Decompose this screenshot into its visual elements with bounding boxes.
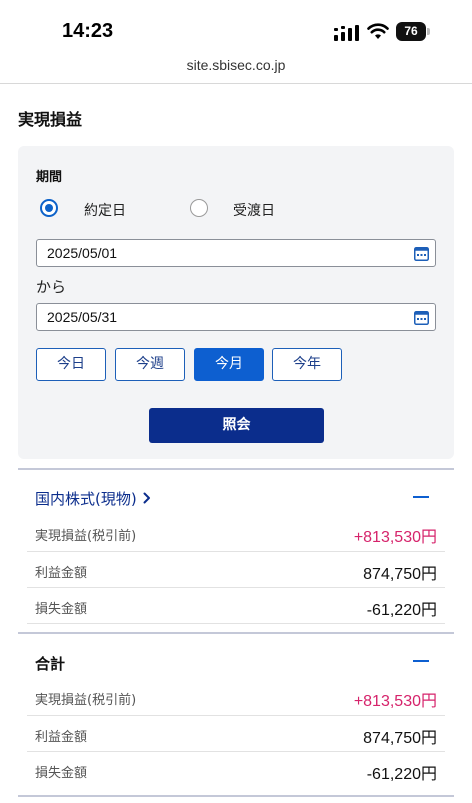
row-value: +813,530円 bbox=[353, 693, 437, 710]
battery-icon: 76 bbox=[396, 22, 430, 41]
radio-settlement-date[interactable] bbox=[190, 199, 208, 217]
table-row: 利益金額 874,750円 bbox=[27, 552, 445, 588]
date-to-input[interactable]: 2025/05/31 bbox=[36, 303, 436, 331]
section-divider bbox=[18, 468, 454, 470]
date-from-value: 2025/05/01 bbox=[47, 245, 118, 261]
wifi-icon bbox=[367, 23, 389, 45]
row-label: 損失金額 bbox=[35, 766, 88, 781]
total-title: 合計 bbox=[35, 655, 66, 673]
chevron-right-icon bbox=[143, 490, 151, 508]
this-month-button[interactable]: 今月 bbox=[194, 348, 264, 381]
table-row: 損失金額 -61,220円 bbox=[27, 752, 445, 788]
row-label: 実現損益(税引前) bbox=[35, 529, 137, 544]
this-week-button[interactable]: 今週 bbox=[115, 348, 185, 381]
table-row: 実現損益(税引前) +813,530円 bbox=[27, 679, 445, 715]
row-label: 実現損益(税引前) bbox=[35, 693, 137, 708]
collapse-icon[interactable] bbox=[413, 496, 429, 498]
calendar-icon[interactable] bbox=[414, 246, 429, 265]
range-separator-label: から bbox=[36, 278, 67, 296]
section-divider bbox=[18, 795, 454, 797]
row-value: 874,750円 bbox=[363, 730, 437, 747]
row-value: +813,530円 bbox=[353, 529, 437, 546]
section-divider bbox=[18, 632, 454, 634]
page-title: 実現損益 bbox=[18, 110, 83, 129]
inquiry-button[interactable]: 照会 bbox=[149, 408, 324, 443]
row-value: 874,750円 bbox=[363, 566, 437, 583]
domestic-stocks-link[interactable]: 国内株式(現物) bbox=[35, 488, 151, 509]
date-from-input[interactable]: 2025/05/01 bbox=[36, 239, 436, 267]
table-row: 実現損益(税引前) +813,530円 bbox=[27, 515, 445, 551]
radio-settlement-date-label[interactable]: 受渡日 bbox=[233, 200, 275, 220]
status-time: 14:23 bbox=[62, 20, 114, 42]
table-row: 利益金額 874,750円 bbox=[27, 716, 445, 752]
this-year-button[interactable]: 今年 bbox=[272, 348, 342, 381]
row-label: 利益金額 bbox=[35, 730, 88, 745]
row-label: 損失金額 bbox=[35, 602, 88, 617]
row-value: -61,220円 bbox=[366, 602, 437, 619]
row-divider bbox=[27, 623, 445, 624]
date-to-value: 2025/05/31 bbox=[47, 309, 118, 325]
filter-panel: 期間 約定日 受渡日 2025/05/01 から 2025/05/31 今日 今… bbox=[18, 146, 454, 459]
status-bar: 14:23 76 bbox=[0, 0, 472, 56]
url-bar[interactable]: site.sbisec.co.jp bbox=[0, 57, 472, 73]
radio-trade-date-label[interactable]: 約定日 bbox=[84, 200, 126, 220]
today-button[interactable]: 今日 bbox=[36, 348, 106, 381]
collapse-icon[interactable] bbox=[413, 660, 429, 662]
row-label: 利益金額 bbox=[35, 566, 88, 581]
row-value: -61,220円 bbox=[366, 766, 437, 783]
cellular-signal-icon bbox=[334, 25, 360, 45]
table-row: 損失金額 -61,220円 bbox=[27, 588, 445, 624]
battery-level: 76 bbox=[396, 22, 426, 41]
calendar-icon[interactable] bbox=[414, 310, 429, 329]
url-divider bbox=[0, 83, 472, 84]
domestic-stocks-title: 国内株式(現物) bbox=[35, 490, 137, 508]
radio-trade-date[interactable] bbox=[40, 199, 58, 217]
period-label: 期間 bbox=[36, 170, 63, 185]
